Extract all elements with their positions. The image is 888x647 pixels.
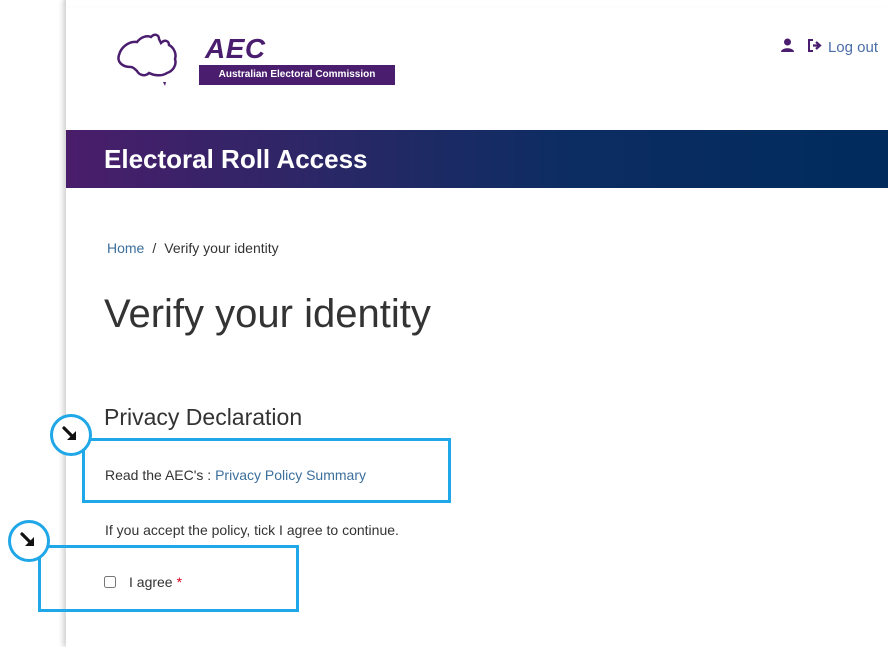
australia-map-icon xyxy=(117,33,177,86)
logo-title: AEC xyxy=(205,33,266,64)
arrow-down-right-icon xyxy=(50,414,92,456)
app-banner: Electoral Roll Access xyxy=(66,130,888,188)
breadcrumb-separator: / xyxy=(152,240,157,256)
privacy-declaration-heading: Privacy Declaration xyxy=(104,404,303,430)
highlight-agree-checkbox xyxy=(38,545,299,612)
header-actions: Log out xyxy=(780,38,878,56)
logo-subtitle: Australian Electoral Commission xyxy=(199,65,395,85)
arrow-down-right-icon xyxy=(8,520,50,562)
sign-out-icon xyxy=(807,38,822,56)
logout-label: Log out xyxy=(827,38,878,56)
breadcrumb-current: Verify your identity xyxy=(164,240,279,256)
app-title: Electoral Roll Access xyxy=(104,144,368,174)
breadcrumb-home-link[interactable]: Home xyxy=(107,240,144,256)
highlight-privacy-link xyxy=(82,438,451,503)
aec-logo[interactable]: AEC Australian Electoral Commission xyxy=(113,33,403,91)
logout-link[interactable]: Log out xyxy=(807,38,878,56)
user-icon[interactable] xyxy=(780,38,794,56)
accept-instruction: If you accept the policy, tick I agree t… xyxy=(105,522,399,538)
breadcrumb: Home / Verify your identity xyxy=(107,240,279,256)
page-title: Verify your identity xyxy=(104,292,431,336)
